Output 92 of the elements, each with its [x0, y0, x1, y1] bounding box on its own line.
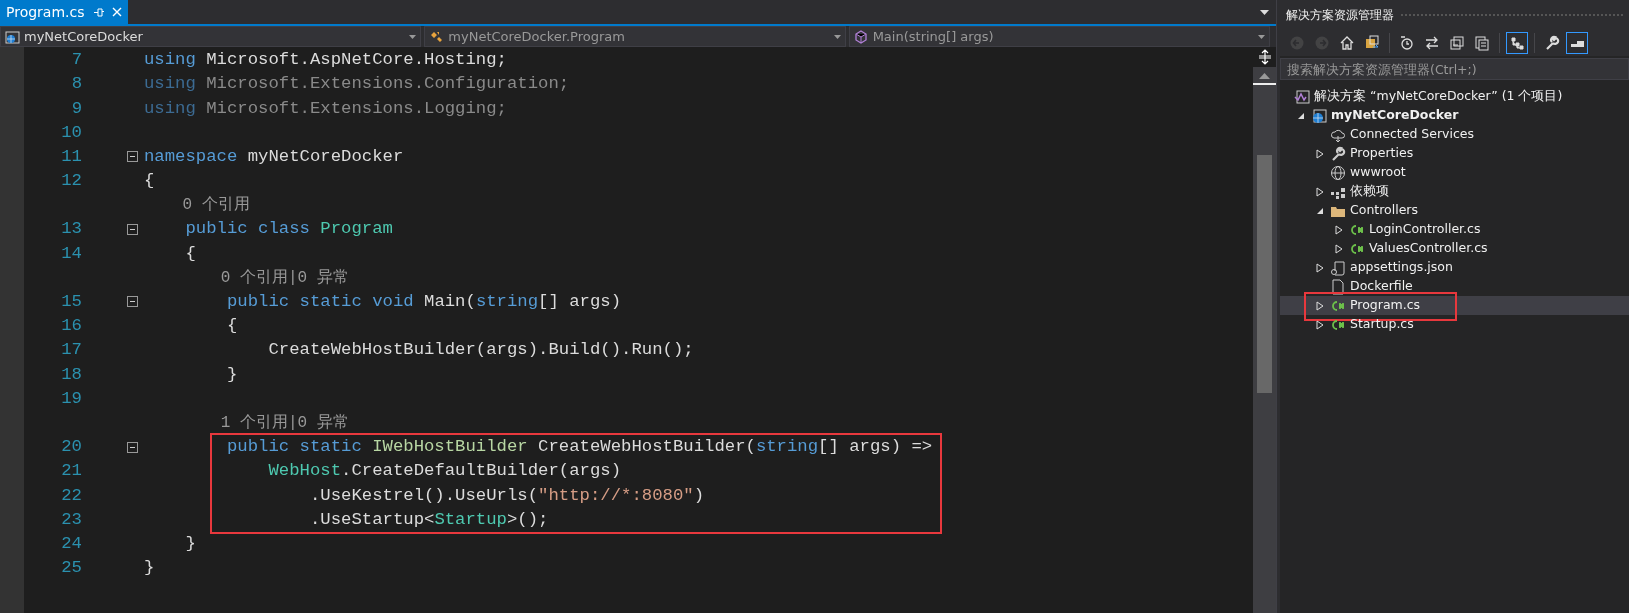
line-number: 24 — [61, 533, 82, 553]
collapse-icon[interactable] — [127, 296, 138, 308]
search-field[interactable]: 搜索解决方案资源管理器(Ctrl+;) — [1280, 58, 1629, 80]
pin-icon[interactable] — [92, 6, 104, 18]
tree-item[interactable]: 解决方案 “myNetCoreDocker” (1 个项目) — [1280, 87, 1629, 106]
line-number: 16 — [61, 316, 82, 336]
line-number: 7 — [71, 50, 82, 70]
navigation-dropdown[interactable]: Main(string[] args) — [848, 26, 1270, 47]
file-icon — [1330, 278, 1346, 295]
navigation-dropdown[interactable]: myNetCoreDocker.Program — [424, 26, 846, 47]
line-number: 21 — [61, 461, 82, 481]
vertical-scrollbar[interactable] — [1253, 47, 1276, 613]
scroll-thumb[interactable] — [1257, 155, 1272, 393]
dropdown-arrow-icon — [1258, 34, 1265, 39]
code-line: .UseKestrel().UseUrls("http://*:8080") — [308, 484, 704, 507]
dropdown-arrow-icon[interactable] — [1260, 9, 1269, 15]
code-line: using Microsoft.Extensions.Logging; — [144, 97, 507, 120]
solution-icon — [1294, 88, 1310, 105]
collapsed-arrow-icon[interactable] — [1316, 148, 1324, 159]
code-line: { — [184, 242, 196, 265]
wrench-icon — [1330, 145, 1346, 162]
code-line: { — [144, 170, 155, 193]
code-line: namespace myNetCoreDocker — [144, 145, 404, 168]
tree-item[interactable]: appsettings.json — [1280, 258, 1629, 277]
line-number: 18 — [61, 364, 82, 384]
tree-item[interactable]: Program.cs — [1280, 296, 1629, 315]
globe-icon — [1330, 164, 1346, 181]
code-line: CreateWebHostBuilder(args).Build().Run(); — [267, 339, 694, 362]
collapsed-arrow-icon[interactable] — [1316, 262, 1324, 273]
editor-tab[interactable]: Program.cs — [0, 0, 128, 24]
line-number: 25 — [61, 558, 82, 578]
tree-item[interactable]: Connected Services — [1280, 125, 1629, 144]
line-number: 22 — [61, 485, 82, 505]
tree-item[interactable]: Dockerfile — [1280, 277, 1629, 296]
json-file-icon — [1330, 259, 1346, 276]
tree-item[interactable]: myNetCoreDocker — [1280, 106, 1629, 125]
navigation-dropdown[interactable]: myNetCoreDocker — [0, 26, 422, 47]
line-number: 23 — [61, 509, 82, 529]
expanded-arrow-icon[interactable] — [1297, 111, 1305, 120]
collapsed-arrow-icon[interactable] — [1316, 319, 1324, 330]
collapse-icon[interactable] — [127, 151, 138, 163]
web-project-icon — [5, 29, 20, 44]
preview-icon[interactable] — [1566, 32, 1588, 54]
line-number: 10 — [61, 122, 82, 142]
code-line: public static IWebHostBuilder CreateWebHostBuilder(string[] args) => — [225, 436, 933, 459]
close-icon[interactable] — [111, 7, 122, 17]
collapsed-arrow-icon[interactable] — [1335, 224, 1343, 235]
web-project-icon — [1311, 107, 1327, 124]
code-line: WebHost.CreateDefaultBuilder(args) — [267, 460, 622, 483]
line-number: 20 — [61, 437, 82, 457]
code-line: { — [225, 315, 238, 338]
code-lens[interactable]: 1 个引用|0 异常 — [144, 410, 349, 435]
collapsed-arrow-icon[interactable] — [1316, 300, 1324, 311]
code-line: .UseStartup<Startup>(); — [308, 508, 549, 531]
line-number: 13 — [61, 219, 82, 239]
tree-icon[interactable] — [1506, 32, 1528, 54]
code-line: } — [225, 363, 238, 386]
code-lens[interactable]: 0 个引用 — [144, 193, 250, 218]
code-line: public static void Main(string[] args) — [225, 291, 622, 313]
line-number: 17 — [61, 340, 82, 360]
code-line: using Microsoft.Extensions.Configuration; — [144, 73, 570, 96]
line-number: 15 — [61, 292, 82, 311]
line-number: 9 — [71, 98, 82, 118]
tree-item[interactable]: Properties — [1280, 144, 1629, 163]
class-icon — [429, 29, 445, 44]
code-line: public class Program — [184, 218, 393, 241]
dropdown-arrow-icon — [409, 34, 417, 39]
tree-item[interactable]: 依赖项 — [1280, 182, 1629, 201]
tree-item[interactable]: LoginController.cs — [1280, 220, 1629, 239]
cube-icon — [853, 29, 869, 44]
line-number: 12 — [61, 171, 82, 191]
panel-title: 解决方案资源管理器 — [1286, 7, 1394, 24]
code-lens[interactable]: 0 个引用|0 异常 — [144, 265, 349, 290]
code-line: } — [144, 557, 155, 580]
tree-item[interactable]: Controllers — [1280, 201, 1629, 220]
tree-item[interactable]: wwwroot — [1280, 163, 1629, 182]
tree-item[interactable]: Startup.cs — [1280, 315, 1629, 334]
tree-item[interactable]: ValuesController.cs — [1280, 239, 1629, 258]
code-line: } — [184, 532, 196, 555]
line-number: 19 — [61, 388, 82, 408]
line-number: 8 — [71, 74, 82, 94]
line-number: 14 — [61, 243, 82, 263]
collapse-icon[interactable] — [127, 223, 138, 235]
line-number: 11 — [61, 146, 82, 166]
collapsed-arrow-icon[interactable] — [1316, 186, 1324, 197]
expanded-arrow-icon[interactable] — [1316, 206, 1324, 215]
collapsed-arrow-icon[interactable] — [1335, 243, 1343, 254]
code-line: using Microsoft.AspNetCore.Hosting; — [144, 49, 507, 72]
dropdown-arrow-icon — [833, 34, 841, 39]
split-icon[interactable] — [1257, 49, 1272, 65]
scroll-up-icon[interactable] — [1259, 73, 1270, 79]
collapse-icon[interactable] — [127, 441, 138, 453]
